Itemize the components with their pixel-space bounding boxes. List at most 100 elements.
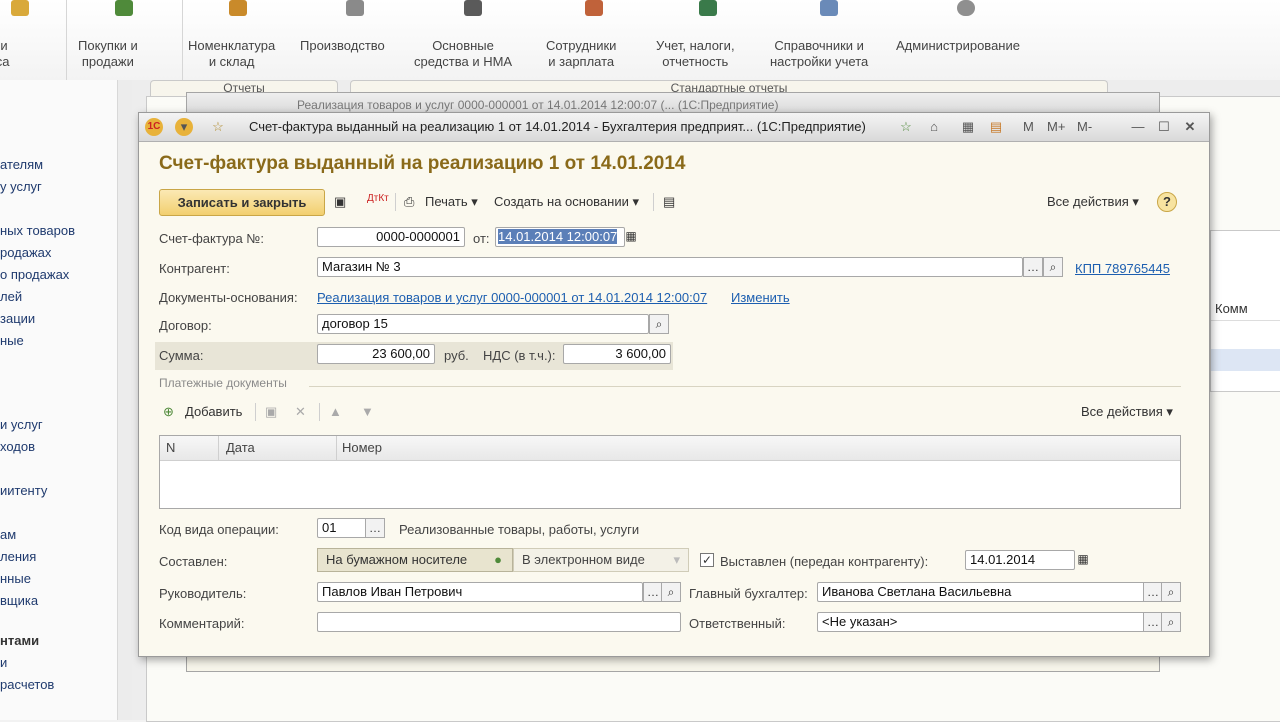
- save-disk-icon[interactable]: ▣: [334, 194, 346, 210]
- divider: [309, 386, 1181, 387]
- search-icon[interactable]: ⌕: [1043, 257, 1063, 277]
- column-number[interactable]: N: [166, 440, 175, 455]
- create-based-button[interactable]: Создать на основании ▾: [494, 194, 639, 210]
- search-icon[interactable]: ⌕: [1161, 582, 1181, 602]
- manager-select-button[interactable]: …: [643, 582, 663, 602]
- operation-code-description: Реализованные товары, работы, услуги: [399, 522, 640, 537]
- save-and-close-button[interactable]: Записать и закрыть: [159, 189, 325, 216]
- payment-documents-table[interactable]: N Дата Номер: [159, 435, 1181, 509]
- section-purchases-sales[interactable]: Покупки и продажи: [78, 0, 170, 80]
- maximize-icon[interactable]: ☐: [1155, 118, 1173, 136]
- left-scrollbar[interactable]: [117, 80, 132, 720]
- column-divider[interactable]: [336, 436, 337, 460]
- column-date[interactable]: Дата: [226, 440, 255, 455]
- manager-input[interactable]: Павлов Иван Петрович: [317, 582, 643, 602]
- search-icon[interactable]: ⌕: [661, 582, 681, 602]
- issued-checkbox[interactable]: ✓: [700, 553, 714, 567]
- section-administration[interactable]: Администрирование: [896, 0, 1036, 80]
- table-all-actions-button[interactable]: Все действия ▾: [1081, 404, 1173, 420]
- sidebar-item[interactable]: нтами: [0, 633, 39, 648]
- toolbar-divider: [319, 403, 320, 421]
- kpp-link[interactable]: КПП 789765445: [1075, 261, 1170, 276]
- sidebar-item[interactable]: вщика: [0, 593, 38, 608]
- sidebar-item[interactable]: ные: [0, 333, 24, 348]
- invoice-window: 1С ▾ ☆ Счет-фактура выданный на реализац…: [138, 112, 1210, 657]
- paper-option[interactable]: На бумажном носителе ●: [317, 548, 513, 572]
- all-actions-button[interactable]: Все действия ▾: [1047, 194, 1139, 210]
- calendar-icon[interactable]: ▤: [987, 118, 1005, 136]
- sidebar-item[interactable]: ам: [0, 527, 16, 542]
- window-titlebar[interactable]: 1С ▾ ☆ Счет-фактура выданный на реализац…: [139, 113, 1209, 142]
- section-references[interactable]: Справочники и настройки учета: [770, 0, 888, 80]
- sidebar-item[interactable]: иитенту: [0, 483, 47, 498]
- section-production[interactable]: Производство: [300, 0, 410, 80]
- comment-input[interactable]: [317, 612, 681, 632]
- accountant-select-button[interactable]: …: [1143, 582, 1163, 602]
- mem-plus-button[interactable]: M+: [1047, 118, 1065, 136]
- sidebar-item[interactable]: ных товаров: [0, 223, 75, 238]
- sidebar-item[interactable]: и услуг: [0, 417, 43, 432]
- selected-row[interactable]: [1211, 349, 1280, 371]
- home-icon[interactable]: ⌂: [925, 118, 943, 136]
- base-document-link[interactable]: Реализация товаров и услуг 0000-000001 о…: [317, 290, 707, 305]
- mem-m-button[interactable]: M: [1023, 118, 1034, 136]
- sidebar-item[interactable]: ления: [0, 549, 36, 564]
- invoice-date-input[interactable]: 14.01.2014 12:00:07: [495, 227, 625, 247]
- vat-input[interactable]: 3 600,00: [563, 344, 671, 364]
- contract-input[interactable]: договор 15: [317, 314, 649, 334]
- sidebar-item[interactable]: и: [0, 655, 7, 670]
- column-divider[interactable]: [218, 436, 219, 460]
- move-down-icon[interactable]: ▼: [361, 404, 374, 419]
- sidebar-item[interactable]: родажах: [0, 245, 51, 260]
- section-employees[interactable]: Сотрудники и зарплата: [546, 0, 642, 80]
- counterparty-select-button[interactable]: …: [1023, 257, 1043, 277]
- minimize-icon[interactable]: —: [1129, 118, 1147, 136]
- window-menu-icon[interactable]: ▾: [175, 118, 193, 136]
- copy-icon[interactable]: ▣: [265, 404, 277, 420]
- section-nomenclature[interactable]: Номенклатура и склад: [188, 0, 288, 80]
- calendar-picker-icon[interactable]: ▦: [1073, 550, 1093, 570]
- printer-icon[interactable]: ⎙: [404, 194, 414, 210]
- app-logo-icon[interactable]: 1С: [145, 118, 163, 136]
- section-fixed-assets[interactable]: Основные средства и НМА: [414, 0, 532, 80]
- section-bank[interactable]: нк и асса: [0, 0, 58, 80]
- help-button[interactable]: ?: [1157, 192, 1177, 212]
- sum-input[interactable]: 23 600,00: [317, 344, 435, 364]
- add-icon[interactable]: ⊕: [163, 404, 174, 420]
- responsible-input[interactable]: <Не указан>: [817, 612, 1145, 632]
- responsible-select-button[interactable]: …: [1143, 612, 1163, 632]
- move-up-icon[interactable]: ▲: [329, 404, 342, 419]
- calculator-icon[interactable]: ▦: [959, 118, 977, 136]
- sidebar-item[interactable]: о продажах: [0, 267, 69, 282]
- sidebar-item[interactable]: ходов: [0, 439, 35, 454]
- operation-code-select-button[interactable]: …: [365, 518, 385, 538]
- electronic-option[interactable]: В электронном виде ▾: [513, 548, 689, 572]
- invoice-number-input[interactable]: 0000-0000001: [317, 227, 465, 247]
- sidebar-item[interactable]: нные: [0, 571, 31, 586]
- book-icon: [820, 0, 838, 16]
- print-button[interactable]: Печать ▾: [425, 194, 478, 210]
- sidebar-item[interactable]: у услуг: [0, 179, 42, 194]
- search-icon[interactable]: ⌕: [649, 314, 669, 334]
- issued-date-input[interactable]: 14.01.2014: [965, 550, 1075, 570]
- column-doc-number[interactable]: Номер: [342, 440, 382, 455]
- sidebar-item[interactable]: зации: [0, 311, 35, 326]
- sidebar-item[interactable]: расчетов: [0, 677, 54, 692]
- mem-minus-button[interactable]: M-: [1077, 118, 1092, 136]
- operation-code-input[interactable]: 01: [317, 518, 367, 538]
- section-taxes[interactable]: Учет, налоги, отчетность: [656, 0, 760, 80]
- sidebar-item[interactable]: лей: [0, 289, 22, 304]
- counterparty-input[interactable]: Магазин № 3: [317, 257, 1023, 277]
- document-structure-icon[interactable]: ▤: [663, 194, 675, 210]
- sidebar-item[interactable]: ателям: [0, 157, 43, 172]
- change-link[interactable]: Изменить: [731, 290, 790, 305]
- add-row-button[interactable]: Добавить: [185, 404, 242, 419]
- add-favorite-icon[interactable]: ☆: [897, 118, 915, 136]
- calendar-picker-icon[interactable]: ▦: [621, 227, 641, 247]
- search-icon[interactable]: ⌕: [1161, 612, 1181, 632]
- dt-kt-icon[interactable]: ДтКт: [367, 193, 389, 204]
- close-icon[interactable]: ✕: [1181, 118, 1199, 136]
- chief-accountant-input[interactable]: Иванова Светлана Васильевна: [817, 582, 1145, 602]
- delete-icon[interactable]: ✕: [295, 404, 306, 420]
- favorite-star-icon[interactable]: ☆: [209, 118, 227, 136]
